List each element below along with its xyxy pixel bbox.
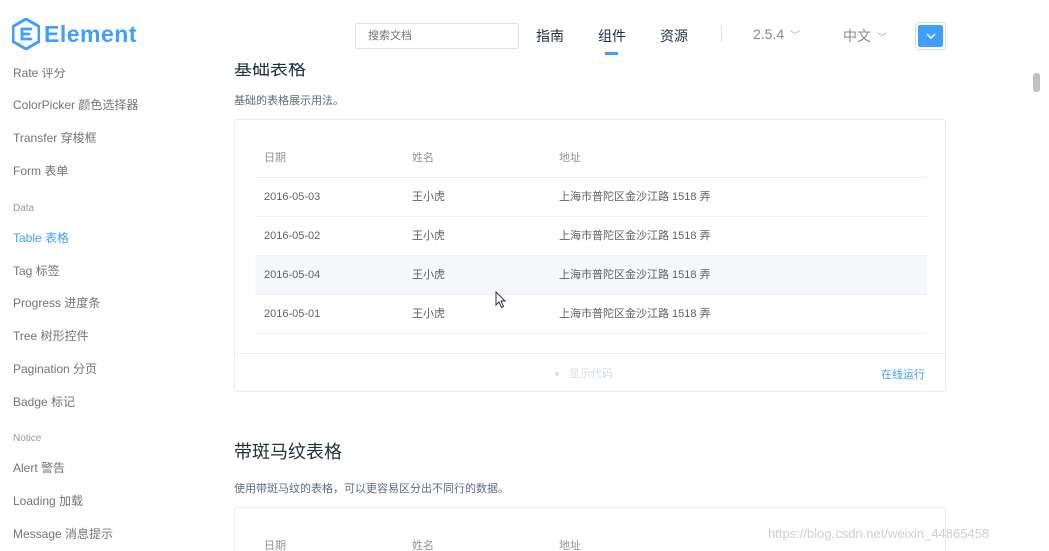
chevron-down-icon: ﹀ <box>877 33 887 44</box>
version-dropdown[interactable]: 2.5.4 ﹀ <box>753 26 800 42</box>
sidebar-item-table[interactable]: Table 表格 <box>13 229 69 246</box>
sidebar-item-badge[interactable]: Badge 标记 <box>13 393 75 410</box>
sidebar-item-transfer[interactable]: Transfer 穿梭框 <box>13 129 97 146</box>
basic-table-demo-card: 日期 姓名 地址 2016-05-03 王小虎 上海市普陀区金沙江路 1518 … <box>234 119 946 392</box>
cell-address: 上海市普陀区金沙江路 1518 弄 <box>559 269 711 281</box>
show-code-label: 显示代码 <box>568 368 613 380</box>
cell-name: 王小虎 <box>412 230 445 242</box>
sidebar-item-tag[interactable]: Tag 标签 <box>13 262 60 279</box>
sidebar-item-progress[interactable]: Progress 进度条 <box>13 294 100 311</box>
nav-divider <box>721 26 722 42</box>
mouse-cursor-icon <box>495 291 507 309</box>
column-header-date[interactable]: 日期 <box>264 527 286 551</box>
sidebar-group-data: Data <box>13 203 35 214</box>
active-nav-indicator <box>605 52 618 55</box>
column-header-name[interactable]: 姓名 <box>412 139 434 178</box>
column-header-address[interactable]: 地址 <box>559 139 581 178</box>
language-label: 中文 <box>843 28 871 44</box>
striped-table-title: 带斑马纹表格 <box>234 442 342 462</box>
column-header-name[interactable]: 姓名 <box>412 527 434 551</box>
cell-date: 2016-05-03 <box>264 191 321 203</box>
sidebar-item-rate[interactable]: Rate 评分 <box>13 68 66 81</box>
sidebar-item-tree[interactable]: Tree 树形控件 <box>13 327 89 344</box>
version-label: 2.5.4 <box>753 26 785 42</box>
cell-date: 2016-05-02 <box>264 230 321 242</box>
column-header-address[interactable]: 地址 <box>559 527 581 551</box>
table-row[interactable]: 2016-05-01 王小虎 上海市普陀区金沙江路 1518 弄 <box>255 295 927 334</box>
column-header-date[interactable]: 日期 <box>264 139 286 178</box>
search-input[interactable] <box>355 23 519 49</box>
sidebar-item-colorpicker[interactable]: ColorPicker 颜色选择器 <box>13 96 138 113</box>
cell-address: 上海市普陀区金沙江路 1518 弄 <box>559 230 711 242</box>
element-logo[interactable]: Element <box>12 18 137 50</box>
striped-table-description: 使用带斑马纹的表格，可以更容易区分出不同行的数据。 <box>234 483 509 495</box>
sidebar-item-alert[interactable]: Alert 警告 <box>13 459 65 476</box>
cell-date: 2016-05-01 <box>264 308 321 320</box>
basic-table-description: 基础的表格展示用法。 <box>234 95 344 107</box>
table-row[interactable]: 2016-05-04 王小虎 上海市普陀区金沙江路 1518 弄 <box>255 256 927 295</box>
demo-control-bar: ▼ 显示代码 在线运行 <box>235 353 945 391</box>
top-header: Element 指南 组件 资源 2.5.4 ﹀ 中文 ﹀ <box>0 0 1049 62</box>
language-dropdown[interactable]: 中文 ﹀ <box>843 26 887 46</box>
cell-name: 王小虎 <box>412 308 445 320</box>
chevron-down-icon <box>918 25 943 47</box>
cell-date: 2016-05-04 <box>264 269 321 281</box>
table-row[interactable]: 2016-05-03 王小虎 上海市普陀区金沙江路 1518 弄 <box>255 178 927 217</box>
sidebar-item-loading[interactable]: Loading 加载 <box>13 492 83 509</box>
cell-address: 上海市普陀区金沙江路 1518 弄 <box>559 191 711 203</box>
sidebar-group-notice: Notice <box>13 433 42 444</box>
cell-name: 王小虎 <box>412 269 445 281</box>
nav-component[interactable]: 组件 <box>598 26 626 46</box>
table-header-row: 日期 姓名 地址 <box>255 139 927 178</box>
sidebar-item-form[interactable]: Form 表单 <box>13 162 68 179</box>
cell-address: 上海市普陀区金沙江路 1518 弄 <box>559 308 711 320</box>
theme-picker-button[interactable] <box>915 22 946 50</box>
sidebar-item-message[interactable]: Message 消息提示 <box>13 525 113 542</box>
watermark-text: https://blog.csdn.net/weixin_44865458 <box>768 526 990 541</box>
logo-text: Element <box>44 20 137 47</box>
nav-guide[interactable]: 指南 <box>536 26 564 46</box>
caret-down-icon: ▼ <box>553 370 561 379</box>
show-code-button[interactable]: ▼ 显示代码 <box>553 365 613 381</box>
component-sidebar: Rate 评分 ColorPicker 颜色选择器 Transfer 穿梭框 F… <box>0 62 220 551</box>
nav-resource[interactable]: 资源 <box>660 26 688 46</box>
page-scrollbar-thumb[interactable] <box>1033 73 1040 92</box>
run-online-button[interactable]: 在线运行 <box>881 366 925 382</box>
sidebar-item-pagination[interactable]: Pagination 分页 <box>13 360 97 377</box>
chevron-down-icon: ﹀ <box>790 31 801 42</box>
element-logo-icon <box>12 18 40 50</box>
table-row[interactable]: 2016-05-02 王小虎 上海市普陀区金沙江路 1518 弄 <box>255 217 927 256</box>
cell-name: 王小虎 <box>412 191 445 203</box>
